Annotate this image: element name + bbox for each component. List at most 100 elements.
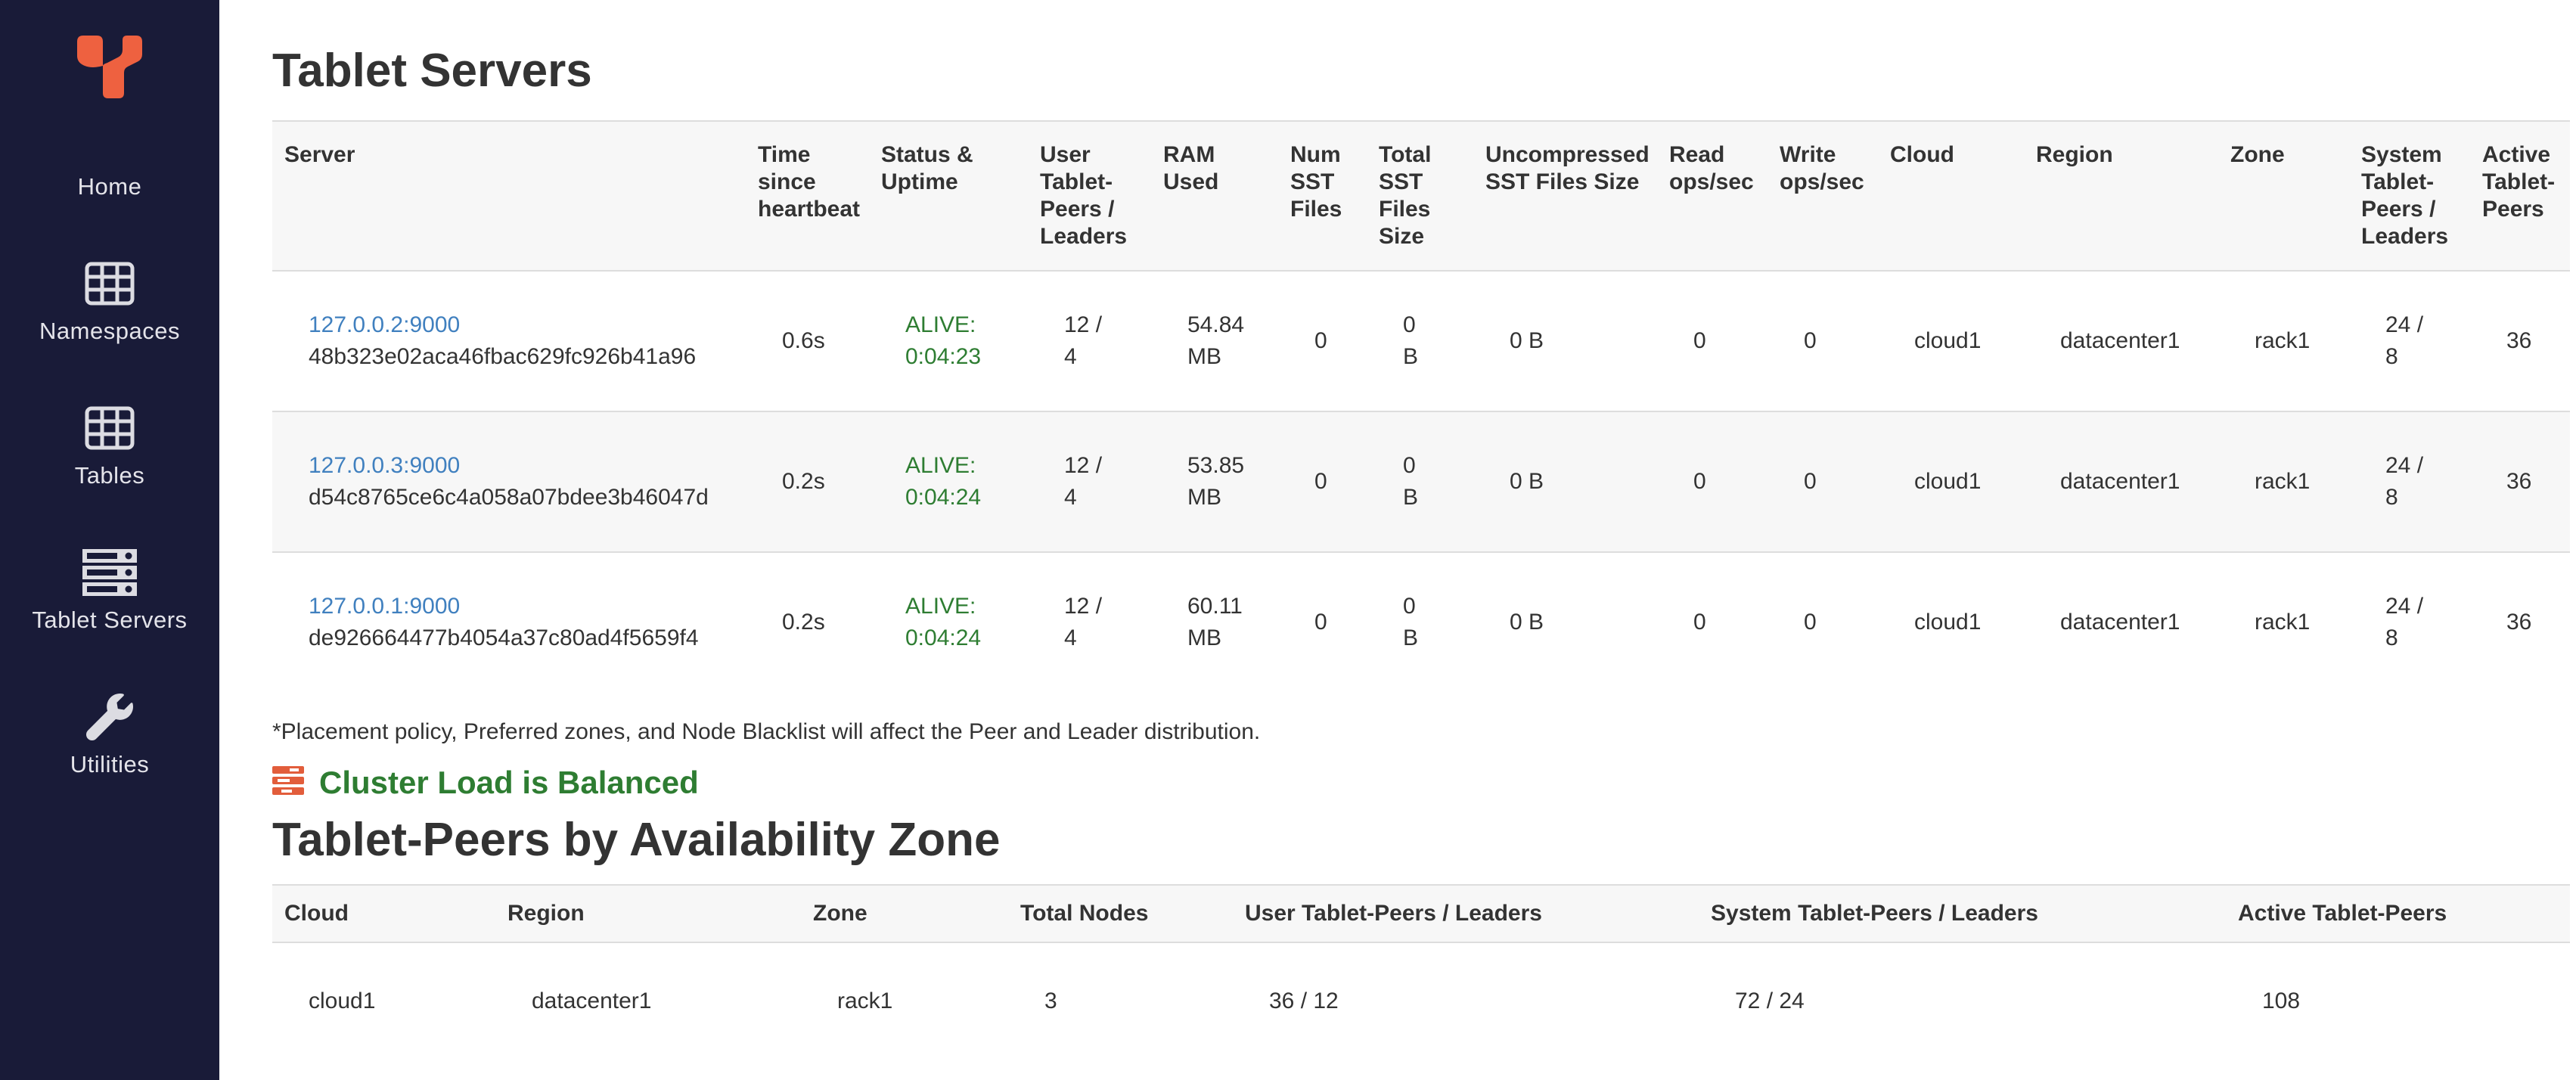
status-cell: ALIVE: 0:04:24 (869, 411, 1028, 552)
system-peers-cell: 72 / 24 (1699, 942, 2226, 1064)
table-header-row: Cloud Region Zone Total Nodes User Table… (272, 885, 2570, 942)
region-cell: datacenter1 (495, 942, 801, 1064)
table-grid-icon (85, 259, 135, 308)
main-content: Tablet Servers Server Time since heartbe… (219, 0, 2576, 1080)
col-header-total-nodes: Total Nodes (1008, 885, 1233, 942)
system-peers-cell: 24 / 8 (2349, 271, 2470, 411)
system-peers-cell: 24 / 8 (2349, 411, 2470, 552)
active-peers-cell: 36 (2470, 552, 2570, 692)
ram-cell: 54.84 MB (1151, 271, 1278, 411)
num-sst-cell: 0 (1278, 411, 1367, 552)
total-sst-cell: 0 B (1367, 552, 1473, 692)
heartbeat-cell: 0.2s (746, 411, 869, 552)
sidebar-item-namespaces[interactable]: Namespaces (39, 259, 180, 346)
server-stack-icon (272, 766, 304, 800)
user-peers-cell: 12 / 4 (1028, 411, 1151, 552)
wrench-icon (86, 693, 133, 741)
cloud-cell: cloud1 (272, 942, 495, 1064)
az-table: Cloud Region Zone Total Nodes User Table… (272, 884, 2570, 1064)
ram-cell: 60.11 MB (1151, 552, 1278, 692)
total-sst-cell: 0 B (1367, 411, 1473, 552)
write-ops-cell: 0 (1768, 271, 1878, 411)
col-header-ram: RAM Used (1151, 121, 1278, 271)
total-nodes-cell: 3 (1008, 942, 1233, 1064)
cloud-cell: cloud1 (1878, 552, 2024, 692)
col-header-region: Region (2024, 121, 2218, 271)
sidebar-item-home[interactable]: Home (78, 172, 142, 201)
col-header-active-peers: Active Tablet-Peers (2470, 121, 2570, 271)
col-header-region: Region (495, 885, 801, 942)
total-sst-cell: 0 B (1367, 271, 1473, 411)
col-header-uncompressed-sst: Uncompressed SST Files Size (1473, 121, 1657, 271)
table-grid-icon (85, 404, 135, 452)
col-header-write-ops: Write ops/sec (1768, 121, 1878, 271)
placement-footnote: *Placement policy, Preferred zones, and … (272, 718, 2570, 746)
num-sst-cell: 0 (1278, 271, 1367, 411)
ram-cell: 53.85 MB (1151, 411, 1278, 552)
server-link[interactable]: 127.0.0.1:9000 (309, 594, 460, 619)
sidebar-nav: Home Namespaces (0, 103, 219, 779)
read-ops-cell: 0 (1657, 411, 1768, 552)
zone-cell: rack1 (2218, 271, 2349, 411)
sidebar-item-tablet-servers[interactable]: Tablet Servers (32, 548, 187, 635)
section-title-az: Tablet-Peers by Availability Zone (272, 813, 2570, 867)
col-header-zone: Zone (801, 885, 1008, 942)
write-ops-cell: 0 (1768, 552, 1878, 692)
col-header-zone: Zone (2218, 121, 2349, 271)
server-cell: 127.0.0.2:9000 48b323e02aca46fbac629fc92… (272, 271, 746, 411)
tablet-servers-table: Server Time since heartbeat Status & Upt… (272, 120, 2570, 692)
heartbeat-cell: 0.6s (746, 271, 869, 411)
yugabyte-logo-icon (76, 34, 143, 99)
page-title: Tablet Servers (272, 44, 2570, 98)
user-peers-cell: 12 / 4 (1028, 552, 1151, 692)
col-header-cloud: Cloud (272, 885, 495, 942)
uncompressed-sst-cell: 0 B (1473, 552, 1657, 692)
active-peers-cell: 36 (2470, 271, 2570, 411)
sidebar-item-utilities[interactable]: Utilities (70, 693, 149, 779)
server-uuid: 48b323e02aca46fbac629fc926b41a96 (309, 341, 738, 373)
zone-cell: rack1 (2218, 552, 2349, 692)
yugabyte-logo[interactable] (76, 34, 143, 103)
zone-cell: rack1 (801, 942, 1008, 1064)
write-ops-cell: 0 (1768, 411, 1878, 552)
server-cell: 127.0.0.3:9000 d54c8765ce6c4a058a07bdee3… (272, 411, 746, 552)
table-row: 127.0.0.3:9000 d54c8765ce6c4a058a07bdee3… (272, 411, 2570, 552)
read-ops-cell: 0 (1657, 271, 1768, 411)
sidebar-item-label: Tables (75, 461, 145, 490)
cloud-cell: cloud1 (1878, 271, 2024, 411)
table-row: 127.0.0.1:9000 de926664477b4054a37c80ad4… (272, 552, 2570, 692)
col-header-read-ops: Read ops/sec (1657, 121, 1768, 271)
cloud-cell: cloud1 (1878, 411, 2024, 552)
zone-cell: rack1 (2218, 411, 2349, 552)
active-peers-cell: 36 (2470, 411, 2570, 552)
active-peers-cell: 108 (2226, 942, 2570, 1064)
col-header-system-peers: System Tablet-Peers / Leaders (2349, 121, 2470, 271)
cluster-load-status: Cluster Load is Balanced (272, 765, 2570, 801)
sidebar-item-label: Namespaces (39, 317, 180, 346)
region-cell: datacenter1 (2024, 411, 2218, 552)
col-header-num-sst: Num SST Files (1278, 121, 1367, 271)
user-peers-cell: 12 / 4 (1028, 271, 1151, 411)
region-cell: datacenter1 (2024, 271, 2218, 411)
cluster-status-text: Cluster Load is Balanced (319, 765, 699, 801)
server-link[interactable]: 127.0.0.2:9000 (309, 312, 460, 337)
server-link[interactable]: 127.0.0.3:9000 (309, 453, 460, 478)
sidebar-item-label: Utilities (70, 750, 149, 779)
col-header-system-peers: System Tablet-Peers / Leaders (1699, 885, 2226, 942)
heartbeat-cell: 0.2s (746, 552, 869, 692)
sidebar-item-tables[interactable]: Tables (75, 404, 145, 490)
status-cell: ALIVE: 0:04:24 (869, 552, 1028, 692)
col-header-status: Status & Uptime (869, 121, 1028, 271)
server-uuid: de926664477b4054a37c80ad4f5659f4 (309, 622, 738, 654)
num-sst-cell: 0 (1278, 552, 1367, 692)
col-header-user-peers: User Tablet-Peers / Leaders (1233, 885, 1699, 942)
sidebar: Home Namespaces (0, 0, 219, 1080)
server-rack-icon (82, 548, 138, 597)
table-row: cloud1 datacenter1 rack1 3 36 / 12 72 / … (272, 942, 2570, 1064)
col-header-user-peers: User Tablet-Peers / Leaders (1028, 121, 1151, 271)
col-header-active-peers: Active Tablet-Peers (2226, 885, 2570, 942)
col-header-heartbeat: Time since heartbeat (746, 121, 869, 271)
table-header-row: Server Time since heartbeat Status & Upt… (272, 121, 2570, 271)
table-row: 127.0.0.2:9000 48b323e02aca46fbac629fc92… (272, 271, 2570, 411)
uncompressed-sst-cell: 0 B (1473, 411, 1657, 552)
